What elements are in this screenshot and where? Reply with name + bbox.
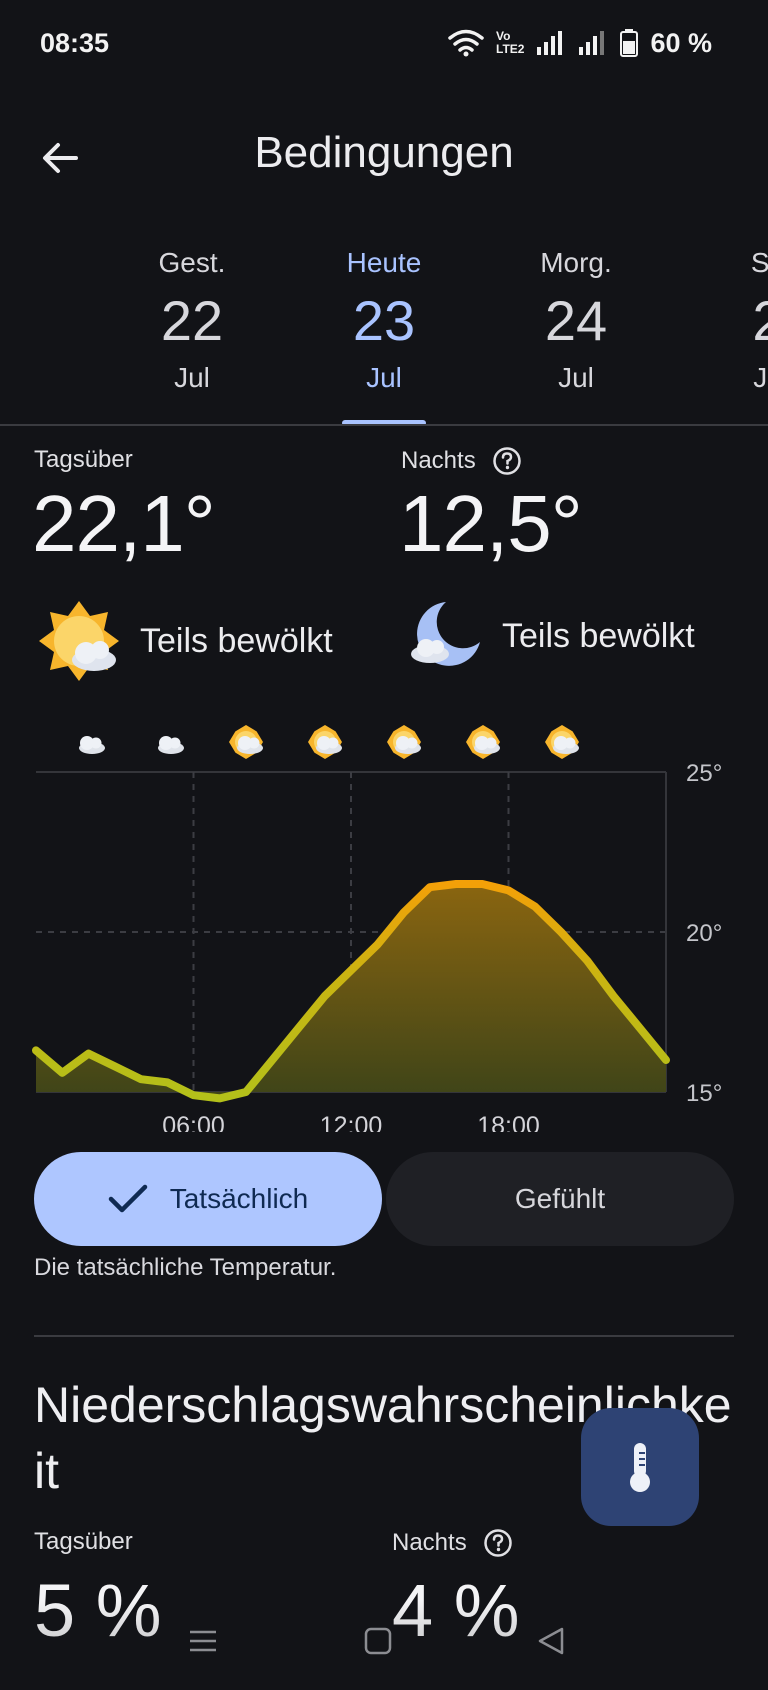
tab-month-label: Ju — [753, 362, 768, 393]
home-button-icon[interactable] — [364, 1626, 392, 1656]
partly-sunny-icon — [387, 725, 421, 759]
status-bar: 08:35 Vo LTE2 60 % — [0, 0, 768, 86]
precip-day-label: Tagsüber — [34, 1528, 133, 1556]
date-tabs: Gest. 22 Jul Heute 23 Jul Morg. 24 Jul S… — [0, 240, 768, 426]
y-tick-label: 20° — [686, 920, 722, 947]
day-condition: Teils bewölkt — [36, 598, 333, 684]
tab-day-label: Morg. — [540, 247, 612, 278]
tab-saturday[interactable]: Sa 2 Ju — [683, 240, 768, 400]
page-title: Bedingungen — [254, 128, 514, 177]
precip-day-label-text: Tagsüber — [34, 1528, 133, 1555]
signal-icon-sim2 — [579, 31, 605, 55]
partly-sunny-icon — [229, 725, 263, 759]
partly-sunny-icon — [466, 725, 500, 759]
cloudy-icon — [79, 736, 105, 754]
night-temperature: 12,5° — [399, 479, 583, 568]
toggle-description: Die tatsächliche Temperatur. — [34, 1254, 337, 1281]
day-condition-text: Teils bewölkt — [140, 621, 333, 660]
precip-night-label-text: Nachts — [392, 1529, 467, 1556]
partly-sunny-icon — [308, 725, 342, 759]
section-divider — [34, 1335, 734, 1337]
app-bar: Bedingungen — [0, 110, 768, 200]
tab-today[interactable]: Heute 23 Jul — [299, 240, 469, 400]
partly-cloudy-night-icon — [411, 602, 480, 666]
tab-month-label: Jul — [558, 362, 594, 393]
temperature-chart-svg: 25° 20° 15° 06:00 12:00 18:00 — [32, 725, 722, 1132]
help-icon[interactable] — [492, 446, 522, 476]
check-icon — [108, 1184, 147, 1213]
tab-day-label: Heute — [346, 247, 422, 278]
actual-toggle-label: Tatsächlich — [169, 1183, 309, 1214]
tab-date-number: 24 — [544, 289, 608, 352]
actual-temperature-toggle[interactable]: Tatsächlich — [34, 1152, 382, 1246]
night-condition-text: Teils bewölkt — [502, 616, 695, 655]
tab-month-label: Jul — [366, 362, 402, 393]
tab-yesterday[interactable]: Gest. 22 Jul — [107, 240, 277, 400]
cloudy-icon — [158, 736, 184, 754]
temperature-fab[interactable] — [581, 1408, 699, 1526]
back-nav-icon[interactable] — [536, 1626, 566, 1656]
x-tick-label: 06:00 — [162, 1112, 225, 1132]
tabs-divider — [0, 424, 768, 426]
night-condition: Teils bewölkt — [408, 598, 695, 674]
day-label: Tagsüber — [34, 446, 133, 474]
tab-month-label: Jul — [174, 362, 210, 393]
tab-date-number: 23 — [352, 289, 416, 352]
temperature-chart: 25° 20° 15° 06:00 12:00 18:00 — [0, 712, 768, 1132]
status-time: 08:35 — [40, 27, 110, 58]
night-label: Nachts — [401, 446, 522, 476]
y-tick-label: 25° — [686, 760, 722, 787]
day-temperature: 22,1° — [32, 479, 216, 568]
x-tick-label: 18:00 — [477, 1112, 540, 1132]
night-label-text: Nachts — [401, 447, 476, 474]
tab-day-label: Sa — [750, 247, 768, 278]
wifi-icon — [448, 29, 484, 57]
battery-percent: 60 % — [650, 27, 712, 58]
partly-sunny-icon — [39, 601, 119, 681]
partly-sunny-icon — [545, 725, 579, 759]
signal-icon-sim1 — [537, 31, 563, 55]
system-nav-bar — [0, 1600, 768, 1690]
day-label-text: Tagsüber — [34, 446, 133, 473]
menu-icon[interactable] — [188, 1626, 218, 1656]
felt-toggle-label: Gefühlt — [514, 1183, 606, 1214]
tab-date-number: 22 — [160, 289, 224, 352]
battery-icon — [620, 29, 639, 57]
volte-icon: Vo LTE2 — [496, 30, 524, 56]
help-icon[interactable] — [483, 1528, 513, 1558]
felt-temperature-toggle[interactable]: Gefühlt — [386, 1152, 734, 1246]
tab-tomorrow[interactable]: Morg. 24 Jul — [491, 240, 661, 400]
thermometer-icon — [630, 1443, 650, 1492]
y-tick-label: 15° — [686, 1080, 722, 1107]
precip-night-label: Nachts — [392, 1528, 513, 1558]
lte-label: LTE2 — [496, 42, 525, 56]
x-tick-label: 12:00 — [320, 1112, 383, 1132]
tab-day-label: Gest. — [158, 247, 226, 278]
tab-date-number: 2 — [683, 286, 768, 356]
status-icons: Vo LTE2 60 % — [448, 28, 712, 59]
